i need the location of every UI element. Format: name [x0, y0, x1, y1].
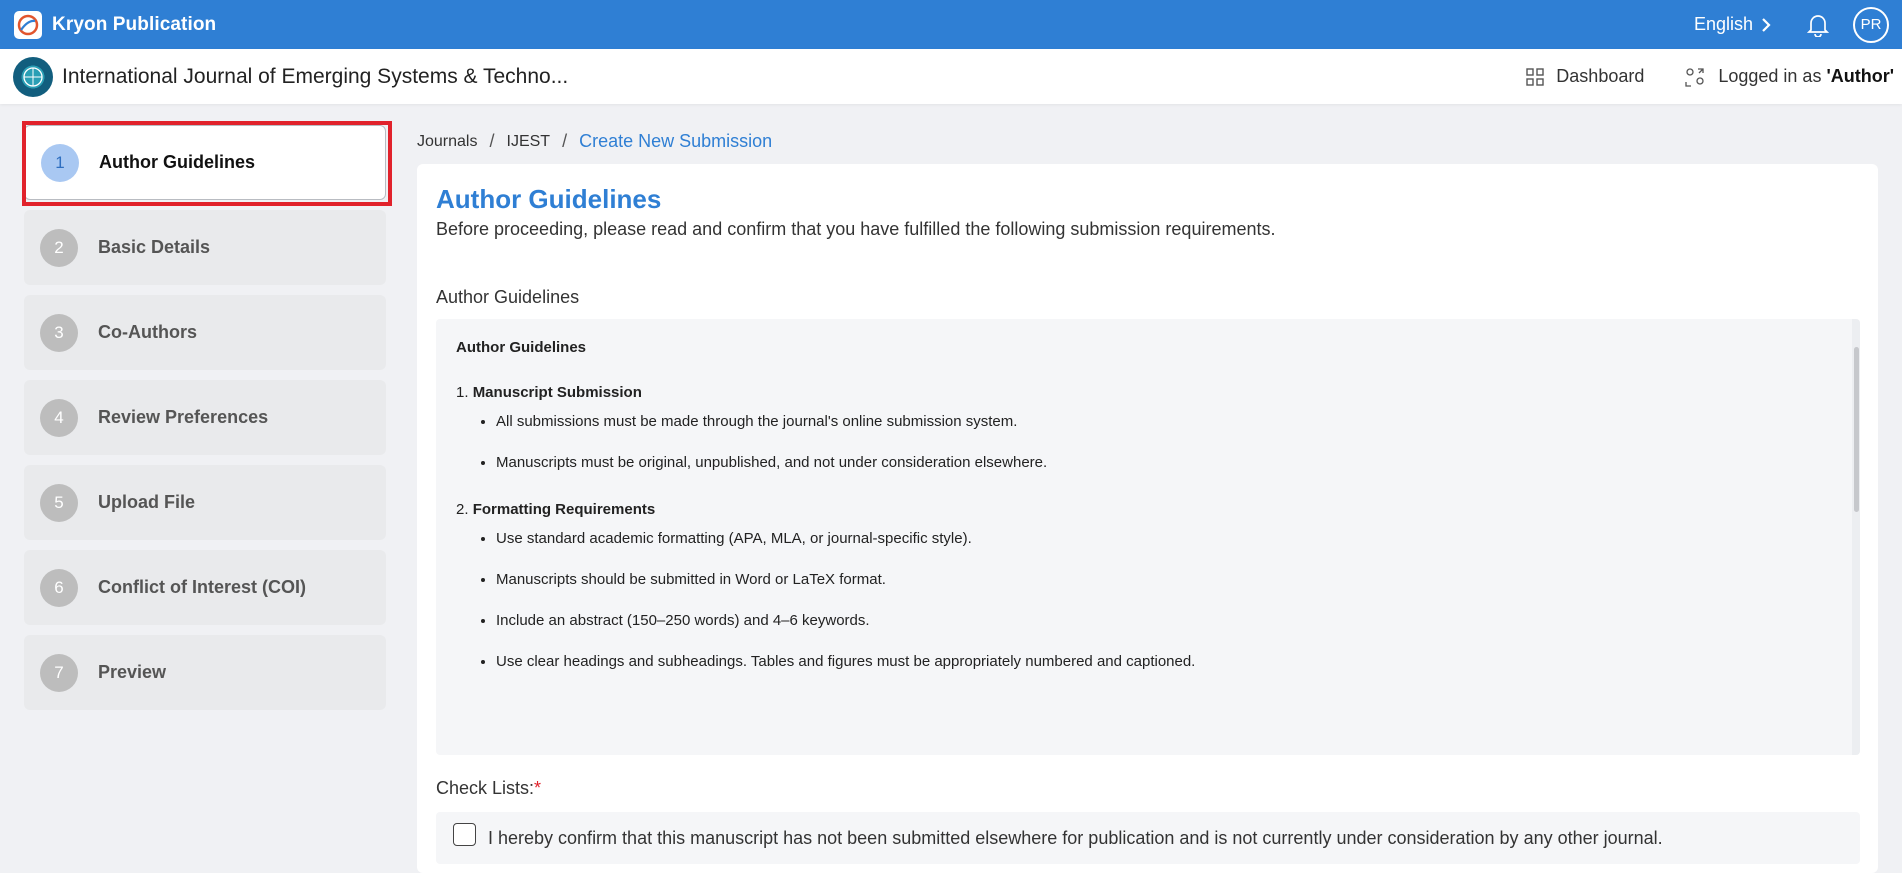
- scrollbar-thumb[interactable]: [1854, 347, 1859, 512]
- step-review-preferences[interactable]: 4 Review Preferences: [24, 380, 386, 455]
- list-item: Include an abstract (150–250 words) and …: [496, 612, 1840, 629]
- language-selector[interactable]: English: [1694, 14, 1771, 35]
- notifications-bell-icon[interactable]: [1805, 12, 1831, 38]
- step-author-guidelines[interactable]: 1 Author Guidelines: [24, 125, 386, 200]
- checklist-label: Check Lists:*: [436, 778, 542, 798]
- step-number: 4: [40, 398, 78, 437]
- guidelines-text: Author Guidelines 1. Manuscript Submissi…: [436, 319, 1860, 670]
- guideline-section-title: 1. Manuscript Submission: [456, 384, 642, 401]
- breadcrumb-current: Create New Submission: [579, 131, 773, 151]
- step-number: 5: [40, 483, 78, 522]
- breadcrumb: Journals / IJEST / Create New Submission: [417, 131, 772, 152]
- step-preview[interactable]: 7 Preview: [24, 635, 386, 710]
- step-label: Author Guidelines: [99, 152, 256, 172]
- top-app-bar: Kryon Publication English PR: [0, 0, 1902, 49]
- step-number: 3: [40, 313, 78, 352]
- user-avatar[interactable]: PR: [1853, 6, 1889, 43]
- checklist-item-text: I hereby confirm that this manuscript ha…: [488, 827, 1663, 848]
- list-item: Use standard academic formatting (APA, M…: [496, 530, 1840, 547]
- step-label: Co-Authors: [98, 322, 197, 342]
- logged-in-text: Logged in as 'Author': [1718, 66, 1894, 86]
- dashboard-label: Dashboard: [1556, 66, 1645, 86]
- step-label: Conflict of Interest (COI): [98, 577, 306, 597]
- guidelines-scrollbar[interactable]: [1852, 319, 1860, 755]
- guideline-list: All submissions must be made through the…: [496, 413, 1840, 471]
- checklist-item[interactable]: I hereby confirm that this manuscript ha…: [436, 812, 1860, 864]
- list-item: Manuscripts should be submitted in Word …: [496, 571, 1840, 588]
- breadcrumb-separator: /: [562, 131, 568, 151]
- step-number: 7: [40, 653, 78, 692]
- confirm-checkbox[interactable]: [453, 822, 476, 846]
- breadcrumb-journals[interactable]: Journals: [417, 133, 477, 151]
- step-number: 1: [41, 143, 79, 182]
- breadcrumb-separator: /: [489, 131, 495, 151]
- switch-user-icon: [1685, 67, 1705, 87]
- journal-title[interactable]: International Journal of Emerging System…: [62, 65, 568, 89]
- page-subtitle: Before proceeding, please read and confi…: [436, 219, 1276, 239]
- guidelines-content-box[interactable]: Author Guidelines 1. Manuscript Submissi…: [436, 319, 1860, 755]
- list-item: All submissions must be made through the…: [496, 413, 1840, 430]
- step-co-authors[interactable]: 3 Co-Authors: [24, 295, 386, 370]
- required-marker: *: [534, 778, 542, 798]
- logged-in-role: 'Author': [1826, 66, 1894, 86]
- list-item: Use clear headings and subheadings. Tabl…: [496, 653, 1840, 670]
- author-guidelines-card: Author Guidelines Before proceeding, ple…: [417, 164, 1878, 873]
- chevron-right-icon: [1762, 17, 1771, 32]
- step-label: Review Preferences: [98, 407, 269, 427]
- kryon-logo-icon: [14, 10, 42, 39]
- dashboard-grid-icon: [1526, 67, 1544, 86]
- step-label: Basic Details: [98, 237, 211, 257]
- guidelines-heading: Author Guidelines: [456, 339, 587, 356]
- breadcrumb-ijest[interactable]: IJEST: [507, 133, 551, 151]
- guidelines-section-label: Author Guidelines: [436, 287, 580, 307]
- step-number: 6: [40, 568, 78, 607]
- step-number: 2: [40, 228, 78, 267]
- journal-header: International Journal of Emerging System…: [0, 49, 1902, 104]
- submission-steps: 1 Author Guidelines 2 Basic Details 3 Co…: [24, 125, 386, 720]
- guideline-list: Use standard academic formatting (APA, M…: [496, 530, 1840, 670]
- brand-name: Kryon Publication: [52, 13, 217, 35]
- brand[interactable]: Kryon Publication: [14, 10, 217, 39]
- step-conflict-of-interest[interactable]: 6 Conflict of Interest (COI): [24, 550, 386, 625]
- list-item: Manuscripts must be original, unpublishe…: [496, 454, 1840, 471]
- language-label: English: [1693, 14, 1753, 34]
- page-title: Author Guidelines: [436, 184, 662, 214]
- journal-logo-icon: [13, 56, 53, 97]
- dashboard-link[interactable]: Dashboard: [1526, 66, 1644, 87]
- step-label: Upload File: [98, 492, 196, 512]
- step-label: Preview: [98, 662, 167, 682]
- step-upload-file[interactable]: 5 Upload File: [24, 465, 386, 540]
- step-basic-details[interactable]: 2 Basic Details: [24, 210, 386, 285]
- switch-role-link[interactable]: Logged in as 'Author': [1684, 66, 1894, 88]
- guideline-section-title: 2. Formatting Requirements: [456, 501, 656, 518]
